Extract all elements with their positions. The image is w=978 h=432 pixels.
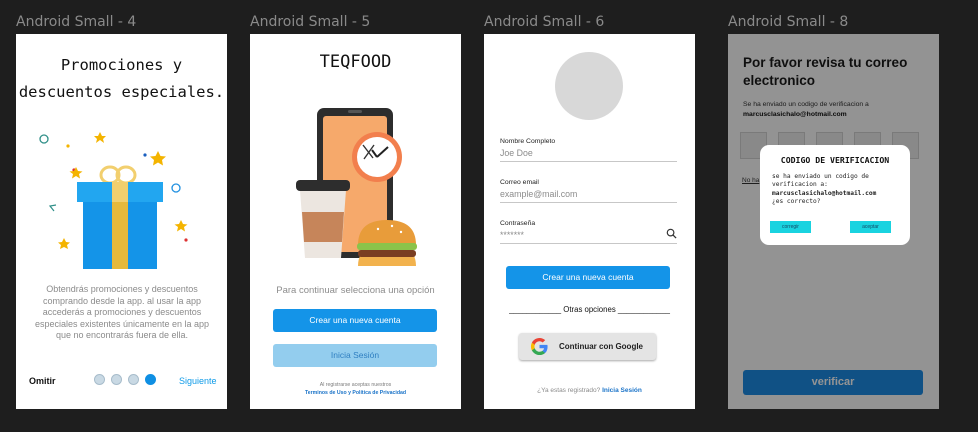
password-label: Contraseña <box>500 220 536 227</box>
login-button[interactable]: Inicia Sesión <box>273 344 437 367</box>
email-label: Correo email <box>500 179 539 186</box>
dialog-title: CODIGO DE VERIFICACION <box>780 155 890 165</box>
login-link[interactable]: Inicia Sesión <box>602 387 642 394</box>
screen-signup: Nombre Completo Joe Doe Correo email exa… <box>484 34 695 409</box>
continue-prompt: Para continuar selecciona una opción <box>276 285 435 296</box>
dialog-line2: verificacion a: <box>772 181 828 189</box>
page-dot[interactable] <box>94 374 105 385</box>
avatar[interactable] <box>555 52 623 120</box>
promo-description: Obtendrás promociones y descuentos compr… <box>34 284 210 341</box>
full-name-label: Nombre Completo <box>500 138 556 145</box>
already-prefix: ¿Ya estas registrado? <box>537 387 601 394</box>
correct-email-button[interactable]: corregir <box>770 221 811 233</box>
terms-privacy-link[interactable]: Terminos de Uso y Política de Privacidad <box>250 389 461 397</box>
brand-title: TEQFOOD <box>319 52 392 72</box>
password-field[interactable]: Contraseña ******* <box>500 220 677 244</box>
screen-email-verification: Por favor revisa tu correo electronico S… <box>728 34 939 409</box>
accept-button[interactable]: aceptar <box>850 221 891 233</box>
dialog-email: marcusclasichalo@hotmail.com <box>772 189 877 197</box>
promo-title-line1: Promociones y <box>60 56 183 74</box>
page-dot[interactable] <box>111 374 122 385</box>
skip-link[interactable]: Omitir <box>29 376 56 386</box>
full-name-input[interactable]: Joe Doe <box>500 148 677 161</box>
frame-label-android-small-8: Android Small - 8 <box>728 14 849 30</box>
already-registered: ¿Ya estas registrado? Inicia Sesión <box>484 387 695 394</box>
phone-clock-coffee-burger-icon <box>296 108 417 266</box>
promo-title-line2: descuentos especiales. <box>18 83 225 101</box>
page-dot-active[interactable] <box>145 374 156 385</box>
create-account-button[interactable]: Crear una nueva cuenta <box>506 266 670 289</box>
password-input[interactable]: ******* <box>500 230 677 243</box>
full-name-field[interactable]: Nombre Completo Joe Doe <box>500 138 677 162</box>
screen-promotions: Promociones y descuentos especiales. Obt… <box>16 34 227 409</box>
frame-label-android-small-6: Android Small - 6 <box>484 14 605 30</box>
gift-icon <box>39 132 188 269</box>
next-link[interactable]: Siguiente <box>179 376 217 386</box>
dialog-message: se ha enviado un codigo de verificacion … <box>772 173 876 207</box>
frame-label-android-small-4: Android Small - 4 <box>16 14 137 30</box>
email-input[interactable]: example@mail.com <box>500 189 677 202</box>
search-icon[interactable] <box>666 228 677 239</box>
frame-label-android-small-5: Android Small - 5 <box>250 14 371 30</box>
google-button-label: Continuar con Google <box>559 342 643 351</box>
other-options-divider: ____________ Otras opciones ____________ <box>509 305 670 314</box>
promo-title: Promociones y descuentos especiales. <box>16 52 227 106</box>
verification-dialog: CODIGO DE VERIFICACION se ha enviado un … <box>760 145 910 245</box>
dialog-line1: se ha enviado un codigo de <box>772 173 869 180</box>
google-icon <box>530 337 548 356</box>
dialog-question: ¿es correcto? <box>772 198 821 206</box>
legal-notice: Al registrarse aceptas nuestros Terminos… <box>250 381 461 397</box>
create-account-button[interactable]: Crear una nueva cuenta <box>273 309 437 332</box>
google-signin-button[interactable]: Continuar con Google <box>519 333 656 360</box>
page-indicator <box>94 374 156 385</box>
screen-welcome: TEQFOOD Para continuar selecciona una op… <box>250 34 461 409</box>
page-dot[interactable] <box>128 374 139 385</box>
email-field[interactable]: Correo email example@mail.com <box>500 179 677 203</box>
legal-prefix: Al registrarse aceptas nuestros <box>319 382 392 388</box>
